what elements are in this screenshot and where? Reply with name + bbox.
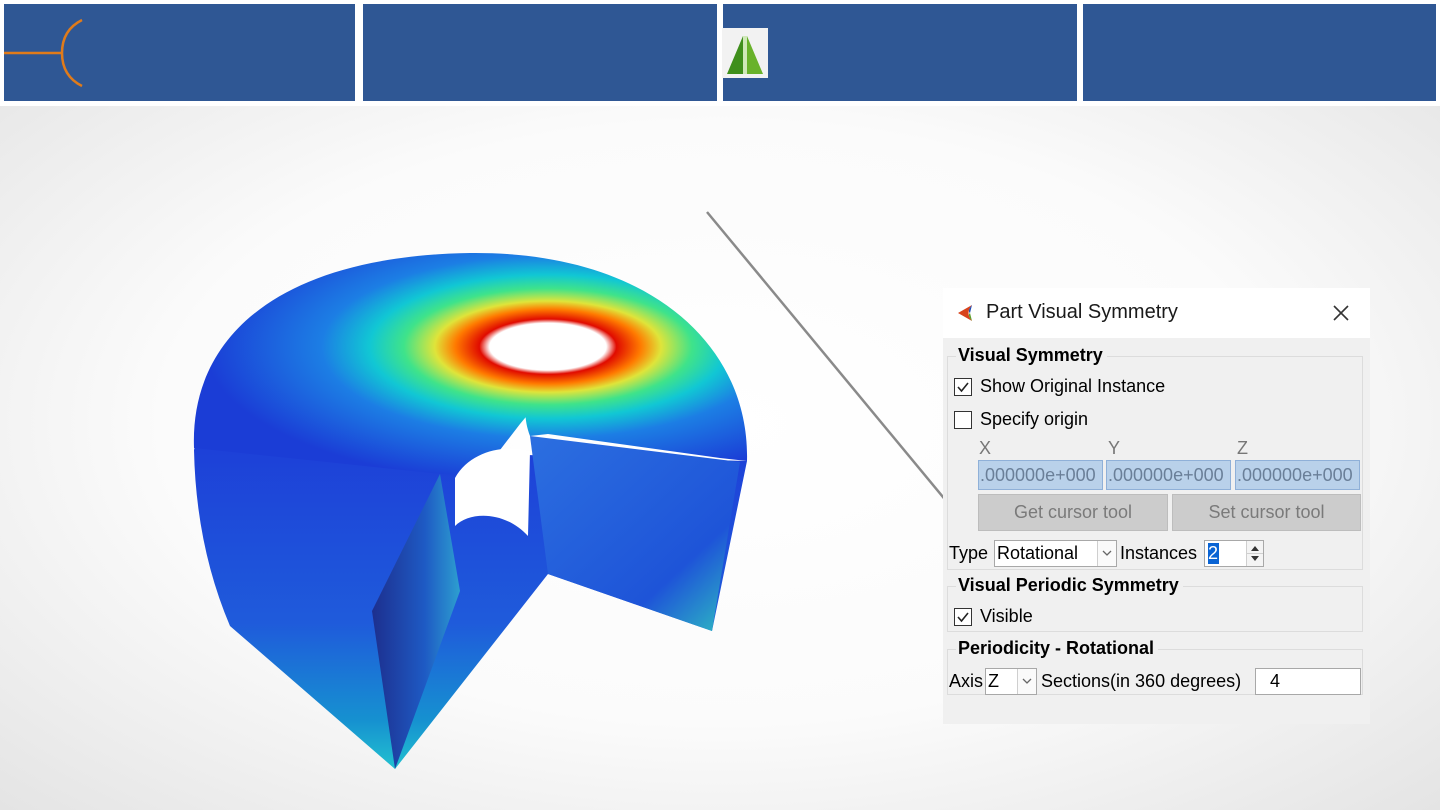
z-label: Z (1237, 438, 1248, 458)
part-visual-symmetry-dialog: Part Visual Symmetry Visual Symmetry Sho… (943, 288, 1370, 724)
visual-periodic-symmetry-group: Visual Periodic Symmetry Visible (947, 575, 1363, 632)
header-segment (363, 4, 717, 101)
y-label: Y (1108, 438, 1121, 458)
axis-label: Axis (949, 671, 984, 691)
chevron-down-icon (1017, 669, 1036, 694)
checkmark-icon (957, 612, 969, 623)
origin-y-field[interactable]: .000000e+000 (1106, 460, 1231, 490)
chevron-down-icon (1097, 541, 1116, 566)
set-cursor-tool-button[interactable]: Set cursor tool (1172, 494, 1361, 531)
type-select[interactable]: Rotational (994, 540, 1117, 567)
app-icon (958, 305, 972, 321)
instances-value: 2 (1208, 543, 1219, 564)
visible-label: Visible (980, 606, 1033, 626)
sections-field[interactable]: 4 (1255, 668, 1361, 695)
show-original-checkbox[interactable] (954, 378, 972, 396)
periodicity-rotational-group: Periodicity - Rotational Axis Z Sections… (947, 638, 1363, 695)
type-select-value: Rotational (997, 543, 1079, 563)
visual-symmetry-group: Visual Symmetry Show Original Instance S… (947, 345, 1363, 570)
group-title: Periodicity - Rotational (956, 638, 1159, 659)
instances-label: Instances (1120, 543, 1198, 563)
x-label: X (979, 438, 992, 458)
specify-origin-checkbox[interactable] (954, 411, 972, 429)
group-title: Visual Periodic Symmetry (956, 575, 1183, 596)
header-bar (4, 4, 1436, 101)
header-segment (723, 4, 1077, 101)
show-original-label: Show Original Instance (980, 376, 1166, 396)
spin-arrows-icon[interactable] (1246, 541, 1263, 566)
axis-select[interactable]: Z (985, 668, 1037, 695)
origin-z-field[interactable]: .000000e+000 (1235, 460, 1360, 490)
visible-checkbox[interactable] (954, 608, 972, 626)
axis-select-value: Z (988, 671, 999, 691)
close-icon[interactable] (1328, 300, 1354, 326)
type-label: Type (949, 543, 989, 563)
origin-x-field[interactable]: .000000e+000 (978, 460, 1103, 490)
dialog-title: Part Visual Symmetry (986, 301, 1178, 323)
app-logo-icon (722, 28, 768, 78)
checkmark-icon (957, 382, 969, 393)
sections-label: Sections(in 360 degrees) (1041, 671, 1242, 691)
specify-origin-label: Specify origin (980, 409, 1089, 429)
dialog-titlebar: Part Visual Symmetry (943, 288, 1370, 338)
header-segment (1083, 4, 1436, 101)
get-cursor-tool-button[interactable]: Get cursor tool (978, 494, 1168, 531)
instances-stepper[interactable]: 2 (1204, 540, 1264, 567)
group-title: Visual Symmetry (956, 345, 1107, 366)
bracket-icon (4, 18, 83, 88)
